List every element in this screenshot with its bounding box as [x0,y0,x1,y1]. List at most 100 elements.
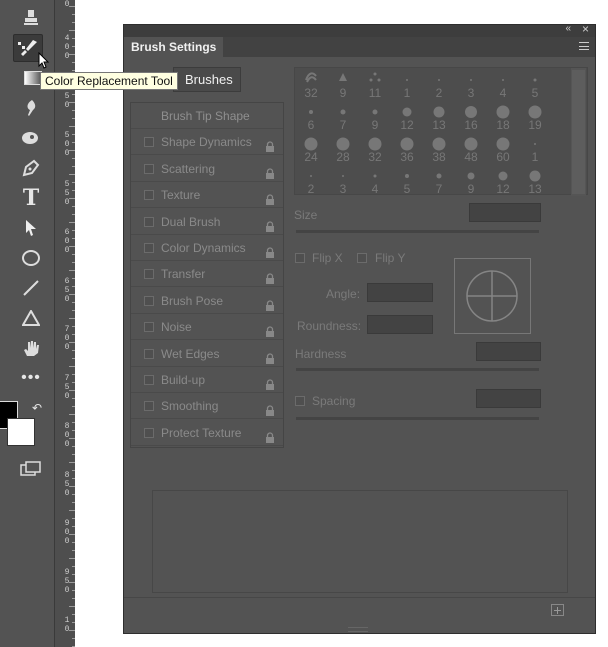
brush-tip-preset[interactable]: 5 [391,165,423,196]
panel-menu-icon[interactable] [579,42,589,50]
option-checkbox[interactable] [144,427,154,438]
lock-icon[interactable] [265,242,275,258]
option-checkbox[interactable] [144,243,154,253]
spacing-checkbox[interactable] [295,396,305,406]
more-tools-icon[interactable]: ••• [16,364,46,392]
lock-icon[interactable] [265,268,275,285]
brush-tip-preset[interactable]: 12 [487,165,519,196]
hardness-input[interactable] [476,342,541,361]
brush-tip-preset[interactable]: 2 [423,69,455,100]
lock-icon[interactable] [265,136,275,153]
brush-tip-preset[interactable]: 3 [455,69,487,100]
lock-icon[interactable] [265,295,275,311]
hardness-slider[interactable] [296,368,539,371]
brush-tip-preset[interactable]: 24 [295,133,327,164]
option-checkbox[interactable] [144,401,154,412]
stamp-tool-icon[interactable] [16,4,46,32]
option-checkbox[interactable] [144,375,154,385]
ellipse-tool-icon[interactable] [16,244,46,272]
spacing-slider[interactable] [296,417,539,420]
spacing-input[interactable] [476,389,541,408]
collapse-panel-icon[interactable]: « [565,23,571,34]
close-panel-icon[interactable]: × [582,22,589,36]
brush-tip-preset[interactable]: 7 [423,165,455,196]
brush-tip-preset[interactable]: 2 [295,165,327,196]
brush-grid-scrollbar-thumb[interactable] [572,70,585,194]
swap-colors-icon[interactable]: ↶ [22,394,52,422]
brush-tip-preset[interactable]: 13 [519,165,551,196]
flip-x-checkbox[interactable] [295,253,305,263]
option-texture[interactable]: Texture [131,182,283,209]
hand-tool-icon[interactable] [16,334,46,362]
brush-tip-preset[interactable]: 1 [391,69,423,100]
option-wet-edges[interactable]: Wet Edges [131,341,283,367]
brushes-button[interactable]: Brushes [173,67,241,92]
brush-tip-preset[interactable]: 32 [295,69,327,100]
option-checkbox[interactable] [144,269,154,280]
option-brush-tip-shape[interactable]: Brush Tip Shape [131,103,283,129]
lock-icon[interactable] [265,348,275,364]
brush-tip-preset[interactable]: 36 [391,133,423,164]
brush-tip-preset[interactable]: 16 [455,101,487,132]
lock-icon[interactable] [265,189,275,206]
brush-tip-preset[interactable]: 7 [327,101,359,132]
line-tool-icon[interactable] [16,274,46,302]
option-dual-brush[interactable]: Dual Brush [131,209,283,235]
create-new-brush-icon[interactable] [551,604,564,616]
brush-tip-preset[interactable]: 32 [359,133,391,164]
option-build-up[interactable]: Build-up [131,367,283,393]
brush-tip-preset[interactable]: 48 [455,133,487,164]
pen-tool-icon[interactable] [16,154,46,182]
blur-tool-icon[interactable] [16,94,46,122]
option-checkbox[interactable] [144,322,154,333]
brush-tip-preset[interactable]: 28 [327,133,359,164]
option-scattering[interactable]: Scattering [131,156,283,182]
lock-icon[interactable] [265,427,275,443]
path-selection-tool-icon[interactable] [16,214,46,242]
brush-tip-preset[interactable]: 4 [359,165,391,196]
roundness-input[interactable] [367,315,433,334]
brush-tip-preset[interactable]: 5 [519,69,551,100]
lock-icon[interactable] [265,374,275,390]
dodge-tool-icon[interactable] [16,124,46,152]
option-checkbox[interactable] [144,163,154,174]
angle-input[interactable] [367,283,433,302]
brush-tip-preset[interactable]: 60 [487,133,519,164]
size-slider[interactable] [296,230,539,233]
triangle-tool-icon[interactable] [16,304,46,332]
brush-tip-preset[interactable]: 6 [295,101,327,132]
brush-tip-preset[interactable]: 18 [487,101,519,132]
option-protect-texture[interactable]: Protect Texture [131,420,283,446]
option-shape-dynamics[interactable]: Shape Dynamics [131,129,283,156]
type-tool-icon[interactable]: T [16,184,46,212]
lock-icon[interactable] [265,321,275,338]
size-input[interactable] [469,203,541,222]
option-noise[interactable]: Noise [131,314,283,341]
brush-tip-preset[interactable]: 9 [359,101,391,132]
brush-tip-preset[interactable]: 9 [327,69,359,100]
panel-title-bar[interactable]: « × [124,22,595,37]
option-checkbox[interactable] [144,348,154,359]
panel-resize-grip[interactable] [348,627,368,632]
brush-angle-preview[interactable] [454,258,531,334]
brush-tip-preset[interactable]: 9 [455,165,487,196]
background-color-swatch[interactable] [7,418,35,446]
option-brush-pose[interactable]: Brush Pose [131,288,283,314]
option-checkbox[interactable] [144,137,154,148]
option-checkbox[interactable] [144,295,154,306]
option-smoothing[interactable]: Smoothing [131,393,283,420]
lock-icon[interactable] [265,216,275,232]
option-checkbox[interactable] [144,190,154,201]
brush-tip-preset[interactable]: 4 [487,69,519,100]
option-checkbox[interactable] [144,216,154,227]
option-color-dynamics[interactable]: Color Dynamics [131,235,283,261]
brush-tip-preset[interactable]: 12 [391,101,423,132]
brush-tip-preset[interactable]: 3 [327,165,359,196]
lock-icon[interactable] [265,163,275,179]
flip-y-checkbox[interactable] [357,253,367,263]
brush-tip-preset[interactable]: 19 [519,101,551,132]
tab-brush-settings[interactable]: Brush Settings [124,37,224,57]
brush-tip-preset[interactable]: 13 [423,101,455,132]
brush-tip-preset[interactable]: 1 [519,133,551,164]
option-transfer[interactable]: Transfer [131,261,283,288]
